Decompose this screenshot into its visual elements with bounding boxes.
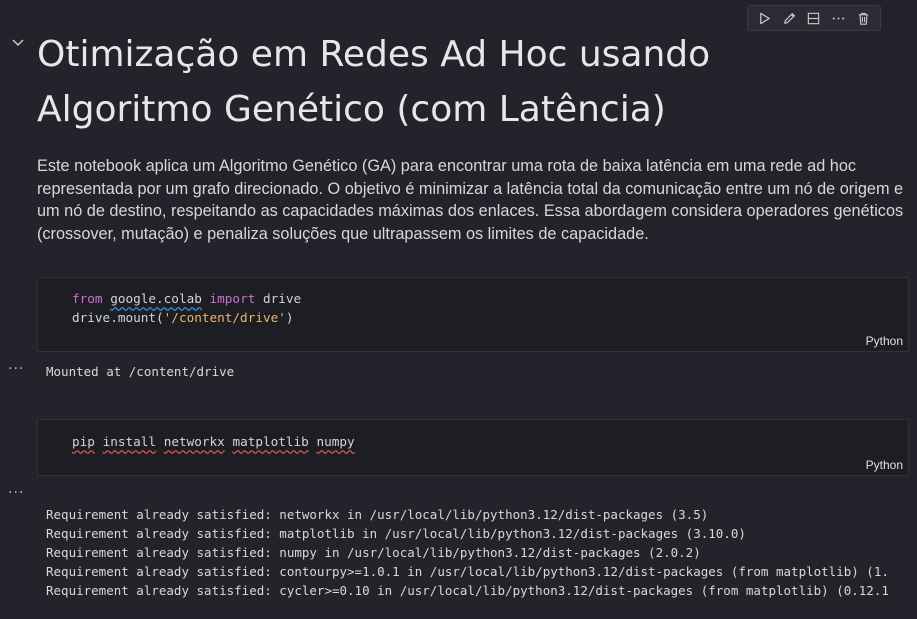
chevron-down-icon[interactable] (10, 36, 26, 50)
code-token: matplotlib (232, 434, 309, 449)
code-cell-drive-mount[interactable]: from google.colab import drive drive.mou… (37, 277, 909, 352)
code-editor[interactable]: from google.colab import drive drive.mou… (72, 289, 301, 327)
output-line: Requirement already satisfied: cycler>=0… (46, 583, 889, 598)
code-cell-pip-install[interactable]: pip install networkx matplotlib numpy Py… (37, 419, 909, 476)
notebook-description: Este notebook aplica um Algoritmo Genéti… (37, 157, 904, 243)
code-token: from (72, 291, 103, 306)
more-actions-button[interactable] (828, 7, 850, 29)
code-token: google.colab (110, 291, 202, 306)
output-actions-button[interactable]: ··· (8, 361, 24, 377)
output-line: Requirement already satisfied: networkx … (46, 507, 709, 522)
output-line: Requirement already satisfied: matplotli… (46, 526, 746, 541)
code-token: ) (285, 310, 294, 325)
code-token: install (102, 434, 157, 449)
cell-language-label[interactable]: Python (866, 334, 903, 348)
edit-cell-button[interactable] (778, 7, 800, 29)
notebook-title: Otimização em Redes Ad Hoc usando Algori… (37, 34, 711, 130)
output-line: Requirement already satisfied: contourpy… (46, 564, 889, 579)
code-token: import (209, 291, 256, 306)
output-actions-button[interactable]: ··· (8, 485, 24, 501)
trash-icon (858, 12, 869, 25)
code-token: drive.mount( (72, 310, 164, 325)
code-editor[interactable]: pip install networkx matplotlib numpy (72, 432, 355, 451)
code-token: drive (255, 291, 302, 306)
code-token: networkx (163, 434, 225, 449)
code-token: '/content/drive' (163, 310, 286, 325)
more-icon (833, 16, 845, 20)
code-token: numpy (316, 434, 355, 449)
cell-output: Requirement already satisfied: networkx … (46, 486, 889, 619)
cell-output: Mounted at /content/drive (46, 364, 235, 379)
output-line: Requirement already satisfied: numpy in … (46, 545, 701, 560)
play-icon (760, 12, 770, 24)
pencil-icon (783, 12, 795, 24)
delete-cell-button[interactable] (853, 7, 875, 29)
code-token: pip (72, 434, 95, 449)
split-cell-button[interactable] (803, 7, 825, 29)
run-cell-button[interactable] (753, 7, 775, 29)
cell-language-label[interactable]: Python (866, 458, 903, 472)
split-icon (808, 12, 820, 24)
